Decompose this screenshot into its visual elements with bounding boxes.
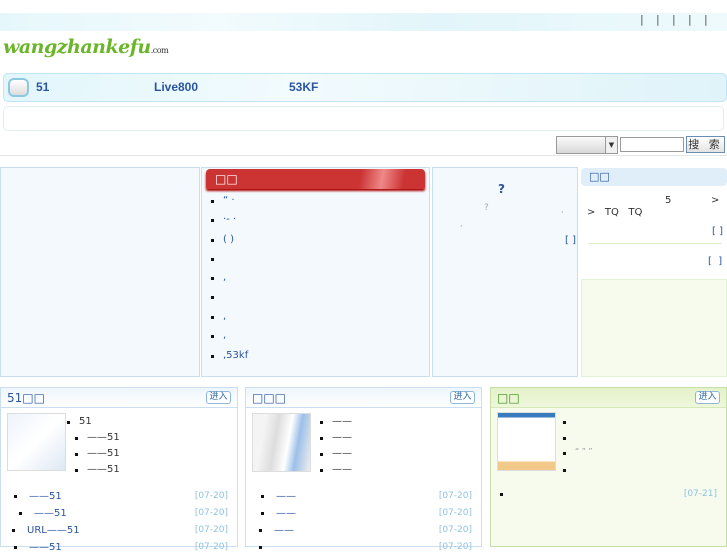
divider (588, 243, 722, 244)
section-software: □□□ 进入 —— —— —— —— —— [07-20] —— [07-20] —… (245, 387, 482, 552)
side-item[interactable]: —— (320, 464, 352, 475)
article-link[interactable]: ——51 (14, 542, 62, 553)
promo-box (581, 279, 727, 377)
side-item[interactable] (563, 432, 615, 442)
case-screenshot[interactable] (497, 412, 556, 471)
search-button[interactable]: 搜 索 (686, 136, 725, 153)
faq-text: , (460, 219, 463, 228)
search-input[interactable] (620, 137, 684, 152)
faq-title: ? (498, 182, 505, 196)
side-item[interactable] (563, 464, 615, 474)
enter-button[interactable]: 进入 (206, 391, 231, 404)
article-date: [07-20] (438, 542, 472, 552)
side-item[interactable]: —— (320, 432, 352, 443)
article-date: [07-20] (194, 525, 228, 535)
article-link[interactable]: URL——51 (12, 525, 80, 536)
top-link-separator: | (672, 13, 676, 26)
news-header: □□ (206, 169, 425, 189)
divider (0, 155, 727, 156)
article-date: [07-20] (194, 542, 228, 552)
search-category-select[interactable]: ▼ (556, 136, 618, 154)
site-logo[interactable]: wangzhankefu.com (3, 36, 169, 58)
side-item[interactable]: ——51 (75, 448, 120, 459)
article-link[interactable]: ——51 (14, 491, 62, 502)
faq-panel: ? ? , , [ ] (432, 167, 578, 377)
notice-number: 5 (665, 195, 672, 206)
notice-more-link[interactable]: [ ] (712, 226, 723, 237)
side-item[interactable]: 51 (67, 416, 92, 427)
side-item[interactable]: —— (320, 416, 352, 427)
news-item[interactable]: , (210, 330, 226, 341)
article-date: [07-20] (194, 508, 228, 518)
section-51: 51□□ 进入 51 ——51 ——51 ——51 ——51 [07-20] ——… (0, 387, 238, 553)
logo-suffix: .com (150, 46, 169, 55)
article-link[interactable] (500, 489, 555, 499)
news-item[interactable]: , (210, 272, 226, 283)
section-title: 51□□ (1, 388, 237, 408)
news-item[interactable]: ·- · (210, 214, 236, 225)
nav-link-live800[interactable]: Live800 (154, 80, 198, 94)
faq-text: , (561, 205, 564, 214)
section-thumbnail[interactable] (7, 413, 66, 471)
banner-panel (0, 167, 200, 377)
article-link[interactable]: —— (261, 508, 296, 519)
news-item[interactable]: ( ) (211, 234, 234, 245)
article-date: [07-21] (683, 489, 717, 499)
notice-arrow: > (711, 195, 720, 206)
article-link[interactable] (259, 542, 294, 552)
article-date: [07-20] (438, 491, 472, 501)
article-date: [07-20] (194, 491, 228, 501)
notice-text: > TQ TQ (587, 207, 643, 218)
main-nav: 51 Live800 53KF (3, 73, 727, 102)
side-item[interactable]: ——51 (75, 464, 120, 475)
article-link[interactable]: —— (261, 491, 296, 502)
top-link-separator: | (656, 13, 660, 26)
sub-nav (3, 106, 724, 131)
section-title: □□ (491, 388, 726, 408)
notice-header: □□ (581, 168, 727, 186)
nav-home-button[interactable] (8, 78, 29, 97)
news-item[interactable]: , (210, 311, 226, 322)
logo-text: wangzhankefu (3, 36, 151, 58)
top-banner (0, 13, 727, 31)
enter-button[interactable]: 进入 (450, 391, 475, 404)
nav-link-53kf[interactable]: 53KF (289, 80, 318, 94)
news-panel (201, 167, 430, 377)
chevron-down-icon[interactable]: ▼ (605, 137, 617, 153)
top-link-separator: | (704, 13, 708, 26)
article-link[interactable]: —— (259, 525, 294, 536)
notice-more-link[interactable]: [ ] (708, 256, 722, 267)
article-date: [07-20] (438, 525, 472, 535)
top-link-separator: | (688, 13, 692, 26)
section-title: □□□ (246, 388, 481, 408)
faq-text: ? (484, 203, 489, 213)
side-item[interactable]: —— (320, 448, 352, 459)
enter-button[interactable]: 进入 (695, 391, 720, 404)
side-item[interactable]: “ ” ” (563, 447, 593, 456)
news-item[interactable]: “ · (211, 195, 235, 206)
article-date: [07-20] (438, 508, 472, 518)
side-item[interactable]: ——51 (75, 432, 120, 443)
section-cases: □□ 进入 “ ” ” [07-21] (490, 387, 727, 547)
software-box-image[interactable] (252, 413, 311, 472)
article-link[interactable]: ——51 (19, 508, 67, 519)
news-item[interactable]: ,53kf (210, 350, 248, 361)
nav-link-51[interactable]: 51 (36, 80, 49, 94)
top-link-separator: | (640, 13, 644, 26)
side-item[interactable] (563, 416, 615, 426)
faq-more-link[interactable]: [ ] (565, 235, 576, 246)
